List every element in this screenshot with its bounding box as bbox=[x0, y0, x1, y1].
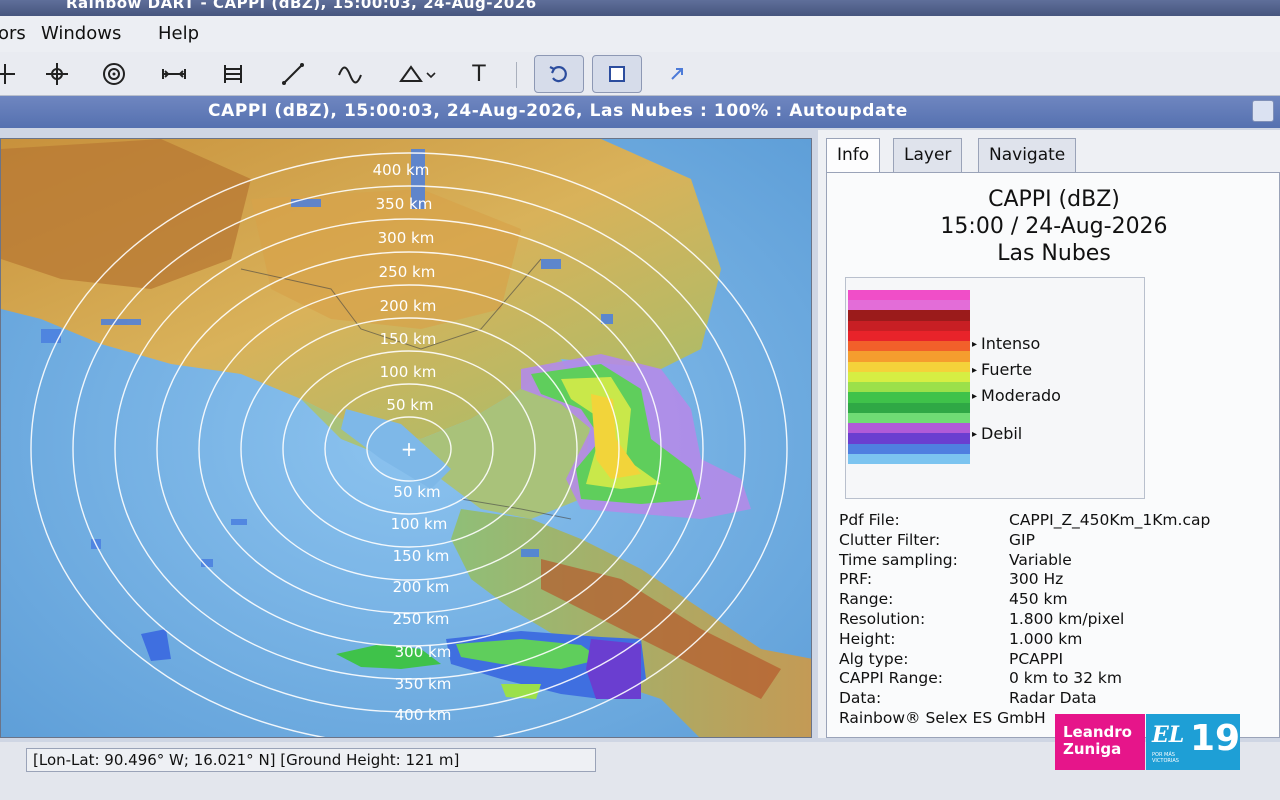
radar-map[interactable]: + 400 km 350 km 300 km 250 km 200 km 150… bbox=[0, 138, 812, 738]
wave-icon[interactable] bbox=[333, 58, 367, 90]
legend-color-step bbox=[848, 392, 970, 404]
zoom-line-icon[interactable] bbox=[276, 58, 310, 90]
menu-bar: ors Windows Help bbox=[0, 16, 1280, 52]
menu-item-colors[interactable]: ors bbox=[0, 23, 26, 44]
product-name: CAPPI (dBZ) bbox=[988, 187, 1120, 212]
window-icon[interactable] bbox=[592, 55, 642, 93]
legend-label-debil: Debil bbox=[972, 424, 1022, 443]
info-tab-content: CAPPI (dBZ) 15:00 / 24-Aug-2026 Las Nube… bbox=[826, 172, 1280, 738]
document-title: CAPPI (dBZ), 15:00:03, 24-Aug-2026, Las … bbox=[208, 101, 908, 121]
undo-icon[interactable] bbox=[534, 55, 584, 93]
info-row-prf: PRF: 300 Hz bbox=[839, 570, 1064, 589]
range-label: 100 km bbox=[391, 515, 448, 533]
info-row-range: Range: 450 km bbox=[839, 590, 1068, 609]
product-datetime: 15:00 / 24-Aug-2026 bbox=[940, 214, 1168, 239]
legend-color-step bbox=[848, 351, 970, 363]
legend-color-step bbox=[848, 341, 970, 352]
legend-color-step bbox=[848, 453, 970, 465]
tab-navigate[interactable]: Navigate bbox=[978, 138, 1077, 172]
range-label: 200 km bbox=[393, 578, 450, 596]
legend-color-step bbox=[848, 433, 970, 445]
legend-color-step bbox=[848, 361, 970, 373]
pan-icon[interactable] bbox=[0, 58, 22, 90]
color-legend: Intenso Fuerte Moderado Debil bbox=[845, 277, 1145, 499]
watermark-channel-logo: EL 19 POR MÁS VICTORIAS bbox=[1146, 714, 1240, 770]
info-row-clutter-filter: Clutter Filter: GIP bbox=[839, 530, 1035, 549]
range-label: 50 km bbox=[386, 396, 433, 414]
info-row-data: Data: Radar Data bbox=[839, 689, 1097, 708]
radar-site-name: Las Nubes bbox=[997, 241, 1111, 266]
range-label: 300 km bbox=[378, 229, 435, 247]
info-row-height: Height: 1.000 km bbox=[839, 629, 1083, 648]
toolbar: T bbox=[0, 52, 1280, 96]
range-label: 300 km bbox=[395, 643, 452, 661]
tab-info[interactable]: Info bbox=[826, 138, 881, 174]
watermark-name-logo: Leandro Zuniga bbox=[1055, 714, 1145, 770]
range-label: 250 km bbox=[379, 263, 436, 281]
legend-color-step bbox=[848, 371, 970, 383]
legend-color-step bbox=[848, 443, 970, 455]
legend-label-fuerte: Fuerte bbox=[972, 360, 1032, 379]
info-row-pdf-file: Pdf File: CAPPI_Z_450Km_1Km.cap bbox=[839, 511, 1211, 529]
legend-color-step bbox=[848, 320, 970, 332]
range-label: 150 km bbox=[380, 330, 437, 348]
legend-color-step bbox=[848, 412, 970, 424]
range-label: 50 km bbox=[393, 483, 440, 501]
range-label: 150 km bbox=[393, 547, 450, 565]
range-label: 350 km bbox=[395, 675, 452, 693]
legend-label-moderado: Moderado bbox=[972, 386, 1061, 405]
center-icon[interactable] bbox=[40, 58, 74, 90]
info-row-alg-type: Alg type: PCAPPI bbox=[839, 649, 1064, 668]
legend-color-step bbox=[848, 382, 970, 393]
info-row-resolution: Resolution: 1.800 km/pixel bbox=[839, 609, 1125, 628]
channel-number: 19 bbox=[1190, 718, 1241, 759]
info-row-time-sampling: Time sampling: Variable bbox=[839, 550, 1072, 569]
document-titlebar: CAPPI (dBZ), 15:00:03, 24-Aug-2026, Las … bbox=[0, 96, 1280, 128]
legend-color-step bbox=[848, 300, 970, 311]
fullscreen-icon[interactable] bbox=[660, 58, 694, 90]
range-label: 200 km bbox=[380, 297, 437, 315]
triangle-dropdown-icon[interactable] bbox=[392, 58, 442, 90]
toolbar-separator bbox=[516, 62, 517, 88]
legend-label-intenso: Intenso bbox=[972, 334, 1040, 353]
radar-center-marker: + bbox=[401, 437, 418, 461]
legend-color-step bbox=[848, 290, 970, 301]
legend-color-step bbox=[848, 330, 970, 342]
info-row-cappi-range: CAPPI Range: 0 km to 32 km bbox=[839, 669, 1123, 688]
product-info-list: Pdf File: CAPPI_Z_450Km_1Km.cap Clutter F… bbox=[839, 511, 1279, 729]
legend-color-step bbox=[848, 402, 970, 414]
target-icon[interactable] bbox=[97, 58, 131, 90]
channel-prefix: EL bbox=[1152, 722, 1185, 748]
legend-color-scale bbox=[848, 290, 970, 465]
window-titlebar: Rainbow DART - CAPPI (dBZ), 15:00:03, 24… bbox=[0, 0, 1280, 16]
minimize-button[interactable] bbox=[1252, 100, 1274, 122]
menu-item-help[interactable]: Help bbox=[158, 23, 199, 44]
range-label: 400 km bbox=[395, 706, 452, 724]
range-label: 400 km bbox=[373, 161, 430, 179]
measure-distance-icon[interactable] bbox=[157, 58, 191, 90]
legend-color-step bbox=[848, 310, 970, 322]
range-label: 100 km bbox=[380, 363, 437, 381]
range-label: 250 km bbox=[393, 610, 450, 628]
channel-slogan: POR MÁS VICTORIAS bbox=[1152, 752, 1179, 764]
range-label: 350 km bbox=[376, 195, 433, 213]
text-icon[interactable]: T bbox=[462, 58, 496, 90]
cursor-position-readout: [Lon-Lat: 90.496° W; 16.021° N] [Ground … bbox=[26, 748, 596, 772]
tab-layer[interactable]: Layer bbox=[893, 138, 963, 172]
grid-icon[interactable] bbox=[216, 58, 250, 90]
menu-item-windows[interactable]: Windows bbox=[41, 23, 121, 44]
radar-map-canvas[interactable]: + 400 km 350 km 300 km 250 km 200 km 150… bbox=[1, 139, 812, 738]
window-title: Rainbow DART - CAPPI (dBZ), 15:00:03, 24… bbox=[66, 0, 537, 12]
side-panel: Info Layer Navigate CAPPI (dBZ) 15:00 / … bbox=[818, 130, 1280, 738]
legend-color-step bbox=[848, 423, 970, 434]
